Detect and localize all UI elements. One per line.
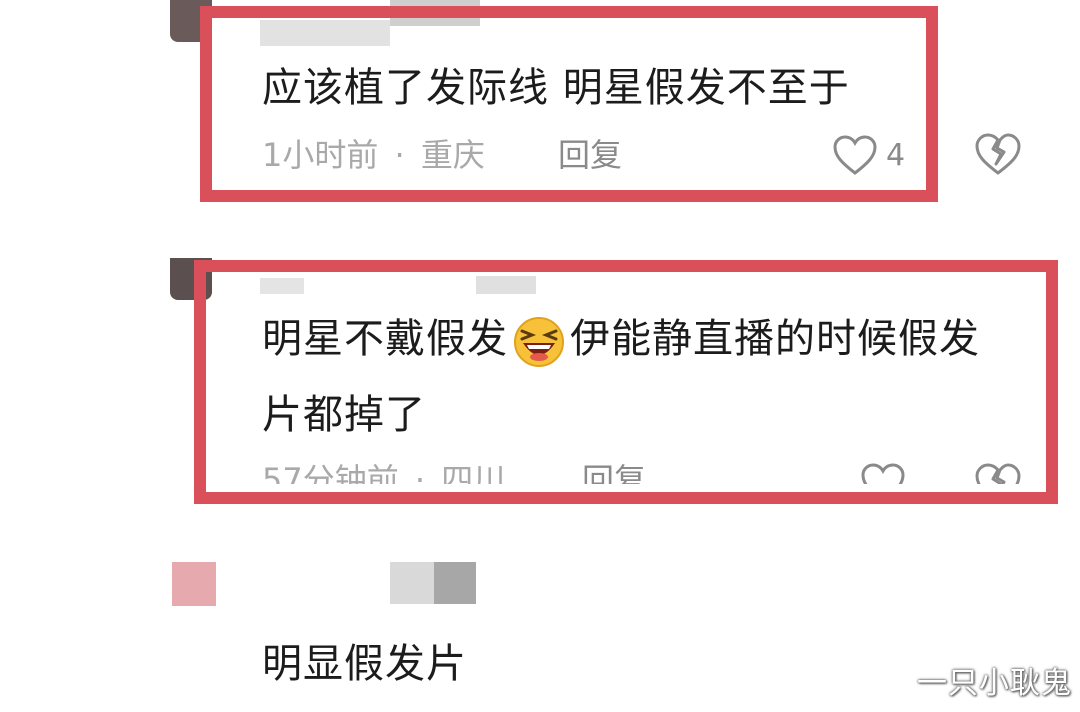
username-blur xyxy=(390,562,434,604)
highlight-box xyxy=(200,6,938,202)
comment-text: 明显假发片 xyxy=(262,641,467,687)
watermark: 一只小耿鬼 xyxy=(917,666,1072,701)
avatar[interactable] xyxy=(172,562,216,606)
highlight-box xyxy=(194,260,1058,504)
username-blur xyxy=(434,562,476,604)
broken-heart-icon[interactable] xyxy=(974,132,1022,176)
